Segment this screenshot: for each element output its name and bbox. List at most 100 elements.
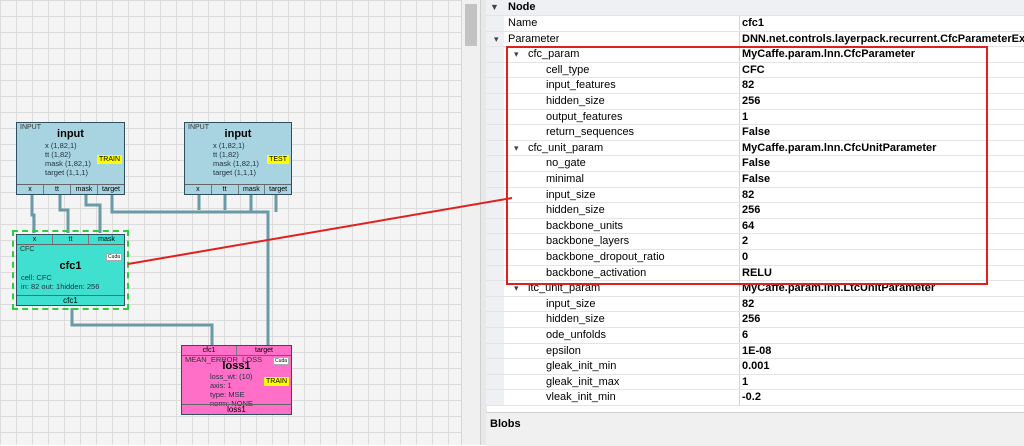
row-gutter: [486, 47, 504, 62]
property-value[interactable]: 82: [739, 78, 1024, 93]
property-row[interactable]: hidden_size 256: [486, 312, 1024, 328]
port-tt[interactable]: tt: [44, 185, 71, 194]
port-x[interactable]: x: [17, 235, 53, 244]
cfc-node[interactable]: x tt mask CFC Cuda cfc1 cell: CFC in: 82…: [12, 230, 129, 310]
property-value[interactable]: 1: [739, 109, 1024, 125]
row-gutter: [486, 187, 504, 203]
property-row[interactable]: ▾ cfc_unit_param MyCaffe.param.lnn.CfcUnit…: [486, 140, 1024, 157]
port-cfc1[interactable]: cfc1: [182, 346, 237, 355]
property-row[interactable]: ▾ ltc_unit_param MyCaffe.param.lnn.LtcUnit…: [486, 281, 1024, 297]
property-name: input_size: [546, 188, 596, 201]
chevron-down-icon[interactable]: ▾: [494, 32, 499, 48]
property-value[interactable]: MyCaffe.param.lnn.CfcParameter: [739, 47, 1024, 62]
node-title: cfc1: [59, 260, 82, 272]
diagram-canvas[interactable]: INPUT input x (1,82,1) tt (1,82) mask (1…: [0, 0, 461, 445]
property-row[interactable]: backbone_activation RELU: [486, 265, 1024, 282]
port-target[interactable]: target: [237, 346, 291, 355]
port-mask[interactable]: mask: [89, 235, 124, 244]
loss-node[interactable]: cfc1 target MEAN_ERROR_LOSS Cuda loss1 l…: [181, 345, 292, 415]
property-value[interactable]: 1: [739, 374, 1024, 390]
row-gutter: [486, 62, 504, 78]
output-port[interactable]: cfc1: [17, 295, 124, 305]
port-mask[interactable]: mask: [71, 185, 98, 194]
property-row[interactable]: input_features 82: [486, 78, 1024, 94]
property-value[interactable]: 256: [739, 203, 1024, 218]
row-gutter: [486, 125, 504, 140]
property-row[interactable]: minimal False: [486, 172, 1024, 188]
property-row[interactable]: hidden_size 256: [486, 94, 1024, 110]
property-name: minimal: [546, 173, 584, 185]
port-x[interactable]: x: [185, 185, 212, 194]
property-value[interactable]: 0.001: [739, 359, 1024, 374]
row-gutter: [486, 250, 504, 265]
property-value[interactable]: DNN.net.controls.layerpack.recurrent.Cfc…: [739, 31, 1024, 47]
property-value[interactable]: False: [739, 125, 1024, 140]
row-gutter: [486, 359, 504, 374]
row-gutter: [486, 390, 504, 405]
port-x[interactable]: x: [17, 185, 44, 194]
property-value[interactable]: MyCaffe.param.lnn.LtcUnitParameter: [739, 281, 1024, 296]
wire-tt: [58, 195, 70, 233]
port-target[interactable]: target: [265, 185, 291, 194]
chevron-down-icon[interactable]: ▾: [514, 47, 519, 63]
property-row[interactable]: hidden_size 256: [486, 203, 1024, 219]
property-grid: ▼ Node Name cfc1 ▾ Parameter DNN.net.control…: [486, 0, 1024, 412]
property-value[interactable]: 2: [739, 234, 1024, 249]
property-row[interactable]: gleak_init_min 0.001: [486, 359, 1024, 375]
output-port[interactable]: loss1: [182, 404, 291, 414]
chevron-down-icon[interactable]: ▾: [514, 141, 519, 157]
row-gutter: [486, 78, 504, 93]
property-value[interactable]: -0.2: [739, 390, 1024, 405]
property-value[interactable]: 256: [739, 94, 1024, 109]
property-row[interactable]: return_sequences False: [486, 125, 1024, 141]
property-row[interactable]: gleak_init_max 1: [486, 374, 1024, 391]
property-row[interactable]: Name cfc1: [486, 16, 1024, 32]
row-gutter: [486, 109, 504, 125]
scrollbar-thumb[interactable]: [465, 4, 477, 46]
input-node-train[interactable]: INPUT input x (1,82,1) tt (1,82) mask (1…: [16, 122, 125, 195]
port-target[interactable]: target: [98, 185, 124, 194]
property-row[interactable]: ▾ Parameter DNN.net.controls.layerpack.rec…: [486, 31, 1024, 48]
property-value[interactable]: RELU: [739, 265, 1024, 281]
property-value[interactable]: 64: [739, 218, 1024, 234]
port-mask[interactable]: mask: [239, 185, 266, 194]
property-value[interactable]: MyCaffe.param.lnn.CfcUnitParameter: [739, 140, 1024, 156]
chevron-down-icon[interactable]: ▾: [514, 281, 519, 297]
node-title: input: [57, 128, 84, 140]
canvas-scrollbar[interactable]: [461, 0, 481, 445]
property-name: cell_type: [546, 63, 590, 76]
property-row[interactable]: epsilon 1E-08: [486, 343, 1024, 360]
port-tt[interactable]: tt: [53, 235, 89, 244]
chevron-down-icon[interactable]: ▼: [490, 0, 499, 16]
property-row[interactable]: input_size 82: [486, 187, 1024, 204]
property-row[interactable]: backbone_units 64: [486, 218, 1024, 235]
row-gutter: [486, 265, 504, 281]
property-row[interactable]: backbone_layers 2: [486, 234, 1024, 250]
property-value[interactable]: 82: [739, 187, 1024, 203]
property-name: hidden_size: [546, 204, 605, 217]
property-row[interactable]: output_features 1: [486, 109, 1024, 126]
property-value[interactable]: 256: [739, 312, 1024, 327]
property-row[interactable]: cell_type CFC: [486, 62, 1024, 79]
port-tt[interactable]: tt: [212, 185, 239, 194]
property-value[interactable]: 6: [739, 328, 1024, 343]
property-row[interactable]: ▾ cfc_param MyCaffe.param.lnn.CfcParameter: [486, 47, 1024, 63]
property-value[interactable]: CFC: [739, 62, 1024, 78]
input-node-test[interactable]: INPUT input x (1,82,1) tt (1,82) mask (1…: [184, 122, 292, 195]
category-node[interactable]: ▼ Node: [486, 0, 1024, 16]
row-gutter: [486, 374, 504, 390]
property-row[interactable]: vleak_init_min -0.2: [486, 390, 1024, 406]
property-value[interactable]: 0: [739, 250, 1024, 265]
property-value[interactable]: False: [739, 156, 1024, 171]
property-value[interactable]: 82: [739, 296, 1024, 312]
property-row[interactable]: no_gate False: [486, 156, 1024, 172]
property-row[interactable]: backbone_dropout_ratio 0: [486, 250, 1024, 266]
row-gutter: [486, 156, 504, 171]
property-value[interactable]: cfc1: [739, 16, 1024, 31]
property-name: input_features: [546, 79, 616, 92]
property-row[interactable]: ode_unfolds 6: [486, 328, 1024, 344]
property-row[interactable]: input_size 82: [486, 296, 1024, 313]
property-value[interactable]: 1E-08: [739, 343, 1024, 359]
node-title: input: [224, 128, 252, 140]
property-value[interactable]: False: [739, 172, 1024, 187]
